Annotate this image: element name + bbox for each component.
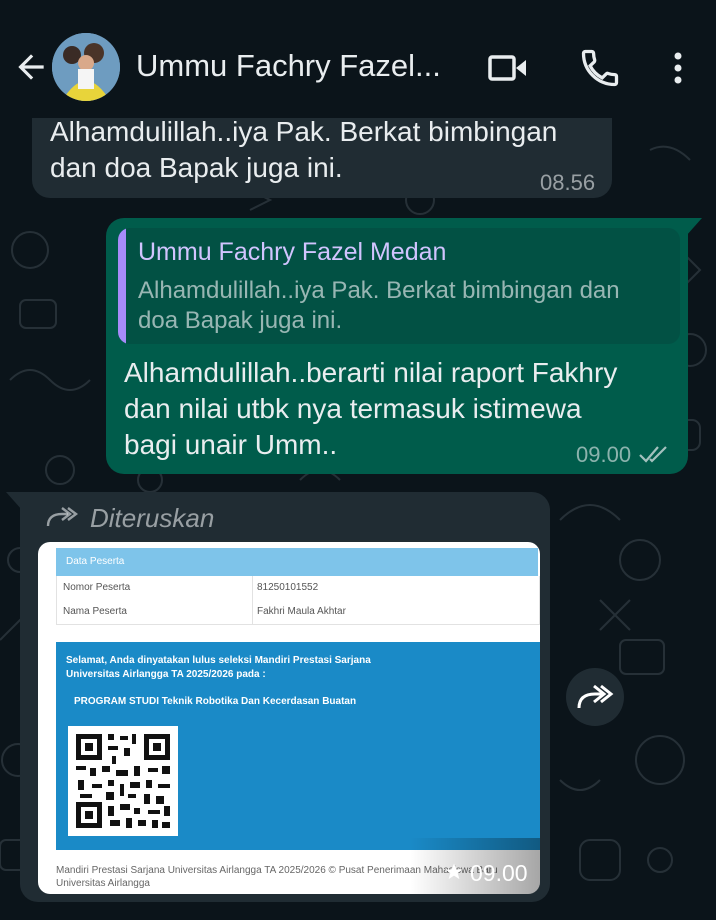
row-value: Fakhri Maula Akhtar	[257, 606, 346, 617]
result-text-line: Selamat, Anda dinyatakan lulus seleksi M…	[66, 655, 371, 666]
row-divider	[252, 576, 253, 600]
study-program: PROGRAM STUDI Teknik Robotika Dan Kecerd…	[74, 696, 357, 707]
message-text-line: dan doa Bapak juga ini.	[50, 152, 343, 183]
video-call-icon[interactable]	[486, 46, 530, 90]
double-check-read-icon	[639, 446, 667, 463]
contact-name[interactable]: Ummu Fachry Fazel...	[136, 48, 441, 84]
quoted-text-line: Alhamdulillah..iya Pak. Berkat bimbingan…	[138, 277, 620, 304]
message-timestamp: 09.00	[470, 860, 528, 886]
forwarded-icon	[46, 507, 78, 527]
qr-code-icon	[68, 726, 178, 836]
forwarded-image[interactable]: Data Peserta Nomor Peserta 81250101552 N…	[38, 542, 540, 894]
row-label: Nama Peserta	[63, 606, 127, 617]
starred-icon	[445, 863, 463, 880]
quoted-message[interactable]: Ummu Fachry Fazel Medan Alhamdulillah..i…	[118, 228, 680, 344]
sheet-header-title: Data Peserta	[66, 556, 125, 567]
forwarded-label: Diteruskan	[90, 503, 215, 533]
voice-call-icon[interactable]	[578, 46, 622, 90]
sheet-row: Nama Peserta Fakhri Maula Akhtar	[56, 600, 540, 625]
message-timestamp: 08.56	[540, 170, 596, 195]
message-text-line: bagi unair Umm..	[124, 429, 338, 460]
quote-accent-bar	[118, 228, 126, 344]
message-text-line: Alhamdulillah..iya Pak. Berkat bimbingan	[50, 116, 558, 147]
forward-arrow-icon	[577, 684, 614, 709]
quoted-author: Ummu Fachry Fazel Medan	[138, 238, 447, 266]
row-divider	[252, 600, 253, 624]
sheet-header: Data Peserta	[56, 548, 538, 576]
message-text-line: Alhamdulillah..berarti nilai raport Fakh…	[124, 357, 618, 388]
bubble-tail	[686, 218, 702, 236]
forward-button[interactable]	[566, 668, 624, 726]
contact-avatar[interactable]	[52, 33, 120, 101]
message-timestamp: 09.00	[576, 442, 632, 467]
result-text-line: Universitas Airlangga TA 2025/2026 pada …	[66, 669, 266, 680]
sheet-row: Nomor Peserta 81250101552	[56, 576, 540, 601]
bubble-tail	[6, 492, 22, 510]
quoted-text-line: doa Bapak juga ini.	[138, 307, 343, 334]
row-label: Nomor Peserta	[63, 582, 131, 593]
message-text-line: dan nilai utbk nya termasuk istimewa	[124, 393, 582, 424]
more-options-icon[interactable]	[656, 46, 700, 90]
back-arrow-icon[interactable]	[12, 48, 50, 86]
result-panel: Selamat, Anda dinyatakan lulus seleksi M…	[56, 642, 540, 850]
row-value: 81250101552	[257, 582, 319, 593]
chat-header: Ummu Fachry Fazel...	[0, 0, 716, 118]
